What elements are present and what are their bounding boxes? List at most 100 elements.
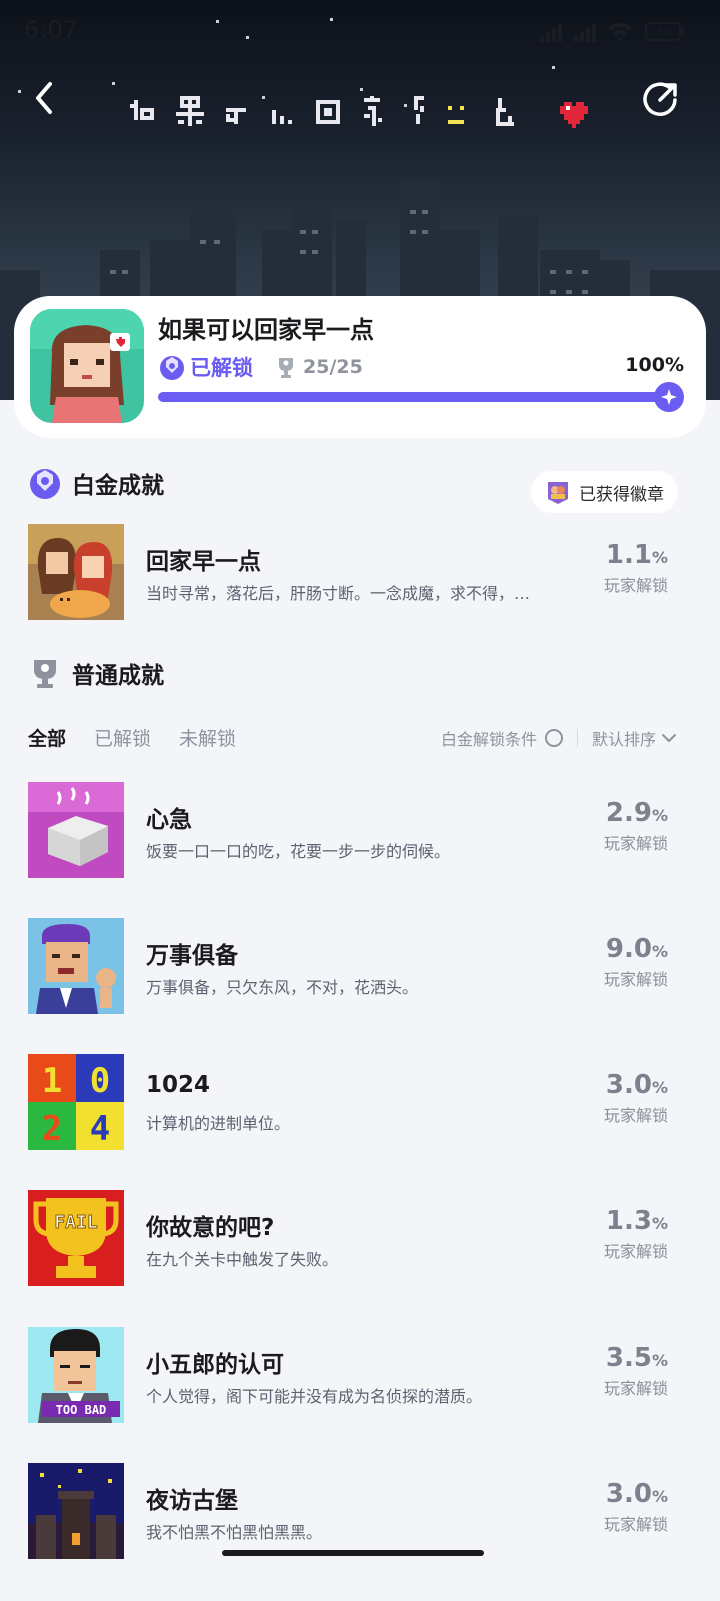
unlock-rate-label: 玩家解锁 [603,1379,668,1398]
achievement-name: 万事俱备 [146,943,238,969]
unlock-rate-value: 1.1 [605,540,652,570]
achievement-desc: 计算机的进制单位。 [146,1114,291,1133]
share-icon [643,82,677,116]
thumb-digit: 4 [90,1109,110,1149]
unlock-status: 已解锁 25/25 [158,352,363,382]
achievement-thumb: FAIL [28,1190,124,1286]
thumb-digit: 1 [42,1061,62,1101]
tab-unlocked[interactable]: 已解锁 [94,724,151,751]
achievement-name: 心急 [146,807,192,833]
game-cover-art [30,309,144,423]
battery-level: 54 [657,27,669,39]
platinum-achievement-item[interactable]: 回家早一点 当时寻常，落花后，肝肠寸断。一念成魔，求不得，… 1.1% 玩家解锁 [28,524,672,620]
achievement-desc: 饭要一口一口的吃，花要一步一步的伺候。 [146,842,451,861]
unlock-rate-value: 3.0 [605,1479,652,1509]
game-title: 如果可以回家早一点 [158,316,374,344]
unlock-rate-label: 玩家解锁 [603,1242,668,1261]
back-button[interactable] [26,76,66,120]
achievement-name: 夜访古堡 [146,1488,238,1514]
star [18,90,21,93]
game-cover[interactable] [30,309,144,423]
unlock-rate: 3.0% 玩家解锁 [604,1070,668,1126]
achievement-name: 小五郎的认可 [146,1352,284,1378]
unlock-rate: 2.9% 玩家解锁 [604,798,668,854]
achievement-desc: 万事俱备，只欠东风，不对，花洒头。 [146,978,419,997]
achievement-name: 回家早一点 [146,549,261,575]
achievement-item[interactable]: 万事俱备 万事俱备，只欠东风，不对，花洒头。 9.0% 玩家解锁 [28,918,672,1014]
star [112,82,115,85]
achievement-desc: 当时寻常，落花后，肝肠寸断。一念成魔，求不得，… [146,584,531,603]
unlock-rate-value: 1.3 [605,1206,652,1236]
unlock-rate-label: 玩家解锁 [603,576,668,595]
status-icons: 54 [540,22,684,42]
unlock-rate-label: 玩家解锁 [603,1515,668,1534]
thumb-digit: 2 [42,1109,62,1149]
unlock-rate-unit: % [651,1078,668,1097]
filter-bar: 白金解锁条件 默认排序 [441,726,678,750]
chevron-down-icon[interactable] [660,729,678,747]
unlock-rate-label: 玩家解锁 [603,970,668,989]
earned-badge-button[interactable]: 已获得徽章 [531,471,678,513]
star [360,88,363,91]
unlock-rate: 3.0% 玩家解锁 [604,1479,668,1535]
unlock-rate-unit: % [651,1487,668,1506]
achievement-item[interactable]: TOO BAD 小五郎的认可 个人觉得，阁下可能并没有成为名侦探的潜质。 3.5… [28,1327,672,1423]
unlock-rate-unit: % [651,1214,668,1233]
unlock-rate-value: 2.9 [605,798,652,828]
normal-section-title: 普通成就 [28,656,164,690]
achievement-thumb [28,524,124,620]
achievement-thumb: TOO BAD [28,1327,124,1423]
achievement-name: 1024 [146,1072,211,1098]
tab-locked[interactable]: 未解锁 [179,724,236,751]
tab-all[interactable]: 全部 [28,724,66,751]
platinum-condition-filter[interactable]: 白金解锁条件 [441,726,537,750]
unlock-rate-unit: % [651,1351,668,1370]
unlock-rate: 9.0% 玩家解锁 [604,934,668,990]
thumb-text: FAIL [54,1212,98,1233]
sparkle-icon [661,389,677,405]
achievement-item[interactable]: 1 0 2 4 1024 计算机的进制单位。 3.0% 玩家解锁 [28,1054,672,1150]
achievement-thumb [28,1463,124,1559]
unlock-rate: 1.1% 玩家解锁 [604,540,668,596]
badge-icon [548,482,568,504]
unlock-rate-unit: % [651,806,668,825]
achievement-desc: 我不怕黑不怕黑怕黑黑。 [146,1523,323,1542]
game-logo [130,96,588,128]
unlock-rate-value: 3.0 [605,1070,652,1100]
unlock-rate-label: 玩家解锁 [603,834,668,853]
achievement-item[interactable]: 心急 饭要一口一口的吃，花要一步一步的伺候。 2.9% 玩家解锁 [28,782,672,878]
achievement-thumb [28,782,124,878]
progress-knob [654,382,684,412]
trophy-count: 25/25 [303,356,363,378]
game-card: 如果可以回家早一点 已解锁 25/25 100% [14,296,706,438]
earned-badge-label: 已获得徽章 [579,484,664,505]
trophy-icon [34,660,56,688]
unlock-rate-label: 玩家解锁 [603,1106,668,1125]
unlock-rate: 3.5% 玩家解锁 [604,1343,668,1399]
achievement-thumb [28,918,124,1014]
section-title-text: 普通成就 [72,663,164,689]
radio-icon[interactable] [544,729,563,747]
sort-dropdown[interactable]: 默认排序 [592,726,656,750]
star [552,66,555,69]
status-bar: 6:07 54 [0,0,720,62]
platinum-trophy-icon [30,469,60,499]
unlock-rate-value: 9.0 [605,934,652,964]
progress-bar [158,382,684,412]
home-indicator[interactable] [222,1550,484,1556]
achievement-name: 你故意的吧? [146,1215,275,1241]
achievement-thumb: 1 0 2 4 [28,1054,124,1150]
achievement-desc: 个人觉得，阁下可能并没有成为名侦探的潜质。 [146,1387,483,1406]
thumb-text: TOO BAD [56,1403,107,1417]
achievement-tabs: 全部 已解锁 未解锁 [28,724,264,751]
achievement-item[interactable]: 夜访古堡 我不怕黑不怕黑怕黑黑。 3.0% 玩家解锁 [28,1463,672,1559]
share-button[interactable] [640,78,682,120]
achievement-item[interactable]: FAIL 你故意的吧? 在九个关卡中触发了失败。 1.3% 玩家解锁 [28,1190,672,1286]
platinum-trophy-icon [160,356,184,380]
achievement-desc: 在九个关卡中触发了失败。 [146,1250,339,1269]
unlock-rate-unit: % [651,942,668,961]
unlock-rate: 1.3% 玩家解锁 [604,1206,668,1262]
thumb-digit: 0 [90,1061,110,1101]
unlock-rate-unit: % [651,548,668,567]
back-icon [36,82,52,114]
